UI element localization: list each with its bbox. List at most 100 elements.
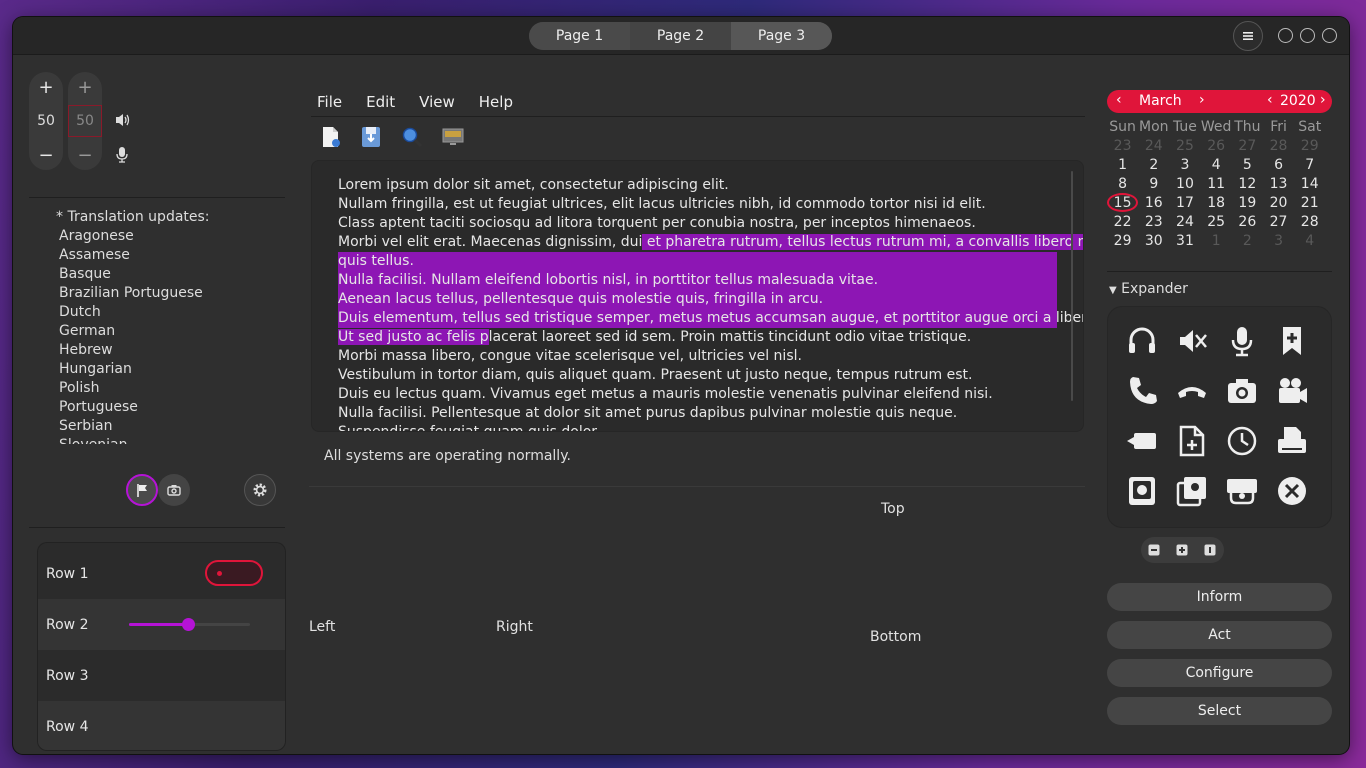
camera-icon[interactable] bbox=[1225, 374, 1259, 408]
search-icon[interactable] bbox=[400, 125, 424, 149]
microphone-icon[interactable] bbox=[1225, 324, 1259, 358]
expander[interactable]: ▼ Expander bbox=[1109, 281, 1188, 297]
calendar-day[interactable]: 28 bbox=[1294, 212, 1325, 231]
calendar-day-other-month[interactable]: 4 bbox=[1294, 231, 1325, 250]
calendar-day-other-month[interactable]: 24 bbox=[1138, 136, 1169, 155]
zoom-in-icon[interactable] bbox=[1176, 544, 1188, 556]
calendar[interactable]: ‹ March › ‹ 2020 › Sun Mon Tue Wed Thu Fri Sat… bbox=[1107, 90, 1332, 250]
calendar-day[interactable]: 1 bbox=[1107, 155, 1138, 174]
prev-month-icon[interactable]: ‹ bbox=[1116, 92, 1122, 108]
tab-page-3[interactable]: Page 3 bbox=[731, 22, 832, 50]
maximize-button[interactable] bbox=[1300, 28, 1315, 43]
menu-file[interactable]: File bbox=[317, 93, 342, 111]
calendar-day[interactable]: 14 bbox=[1294, 174, 1325, 193]
text-content[interactable]: Lorem ipsum dolor sit amet, consectetur … bbox=[338, 176, 1083, 431]
phone-icon[interactable] bbox=[1125, 374, 1159, 408]
calendar-day-today[interactable]: 15 bbox=[1107, 193, 1139, 212]
calendar-day-other-month[interactable]: 2 bbox=[1232, 231, 1263, 250]
video-icon[interactable] bbox=[1125, 424, 1159, 458]
scanner-icon[interactable] bbox=[1225, 474, 1259, 508]
slider[interactable] bbox=[129, 618, 250, 631]
configure-button[interactable]: Configure bbox=[1107, 659, 1332, 687]
list-row-3[interactable]: Row 3 bbox=[38, 650, 285, 701]
calendar-day[interactable]: 4 bbox=[1201, 155, 1232, 174]
scrollbar[interactable] bbox=[1071, 171, 1073, 401]
calendar-day[interactable]: 17 bbox=[1169, 193, 1200, 212]
calendar-day[interactable]: 31 bbox=[1169, 231, 1200, 250]
list-row-4[interactable]: Row 4 bbox=[38, 701, 285, 750]
calendar-day[interactable]: 22 bbox=[1107, 212, 1138, 231]
calendar-day-other-month[interactable]: 28 bbox=[1263, 136, 1294, 155]
minimize-button[interactable] bbox=[1278, 28, 1293, 43]
prev-year-icon[interactable]: ‹ bbox=[1267, 92, 1273, 108]
mic-spinbutton[interactable]: + 50 − bbox=[68, 72, 102, 170]
calendar-day[interactable]: 13 bbox=[1263, 174, 1294, 193]
slider-handle[interactable] bbox=[182, 618, 196, 631]
calendar-day[interactable]: 3 bbox=[1169, 155, 1200, 174]
camera-toggle-button[interactable] bbox=[158, 474, 190, 506]
spin-value[interactable]: 50 bbox=[68, 105, 102, 137]
video-camera-icon[interactable] bbox=[1275, 374, 1309, 408]
next-year-icon[interactable]: › bbox=[1320, 92, 1326, 108]
calendar-day[interactable]: 2 bbox=[1138, 155, 1169, 174]
zoom-original-icon[interactable] bbox=[1204, 544, 1216, 556]
calendar-day[interactable]: 8 bbox=[1107, 174, 1138, 193]
hang-up-icon[interactable] bbox=[1175, 374, 1209, 408]
calendar-day-other-month[interactable]: 26 bbox=[1201, 136, 1232, 155]
next-month-icon[interactable]: › bbox=[1199, 92, 1205, 108]
calendar-day[interactable]: 5 bbox=[1232, 155, 1263, 174]
calendar-day-other-month[interactable]: 27 bbox=[1232, 136, 1263, 155]
printer-icon[interactable] bbox=[1275, 424, 1309, 458]
clock-icon[interactable] bbox=[1225, 424, 1259, 458]
calendar-day[interactable]: 29 bbox=[1107, 231, 1138, 250]
calendar-day[interactable]: 23 bbox=[1138, 212, 1169, 231]
menu-help[interactable]: Help bbox=[479, 93, 513, 111]
calendar-day[interactable]: 10 bbox=[1169, 174, 1200, 193]
calendar-day[interactable]: 21 bbox=[1294, 193, 1325, 212]
calendar-day[interactable]: 7 bbox=[1294, 155, 1325, 174]
new-document-icon[interactable] bbox=[318, 125, 342, 149]
text-view[interactable]: Lorem ipsum dolor sit amet, consectetur … bbox=[311, 160, 1084, 432]
calendar-day[interactable]: 25 bbox=[1201, 212, 1232, 231]
increment-button[interactable]: + bbox=[68, 72, 102, 102]
calendar-day[interactable]: 11 bbox=[1201, 174, 1232, 193]
calendar-day[interactable]: 24 bbox=[1169, 212, 1200, 231]
settings-button[interactable] bbox=[244, 474, 276, 506]
drive-icon[interactable] bbox=[1125, 474, 1159, 508]
calendar-day[interactable]: 20 bbox=[1263, 193, 1294, 212]
act-button[interactable]: Act bbox=[1107, 621, 1332, 649]
volume-spinbutton[interactable]: + 50 − bbox=[29, 72, 63, 170]
menu-button[interactable] bbox=[1233, 21, 1263, 51]
calendar-day[interactable]: 18 bbox=[1201, 193, 1232, 212]
calendar-day[interactable]: 6 bbox=[1263, 155, 1294, 174]
tab-page-1[interactable]: Page 1 bbox=[529, 22, 630, 50]
zoom-out-icon[interactable] bbox=[1148, 544, 1160, 556]
calendar-day[interactable]: 26 bbox=[1232, 212, 1263, 231]
close-button[interactable] bbox=[1322, 28, 1337, 43]
calendar-day[interactable]: 30 bbox=[1138, 231, 1169, 250]
menu-edit[interactable]: Edit bbox=[366, 93, 395, 111]
inform-button[interactable]: Inform bbox=[1107, 583, 1332, 611]
multimedia-player-icon[interactable] bbox=[1175, 474, 1209, 508]
bookmark-add-icon[interactable] bbox=[1275, 324, 1309, 358]
increment-button[interactable]: + bbox=[29, 72, 63, 102]
calendar-day[interactable]: 9 bbox=[1138, 174, 1169, 193]
calendar-day[interactable]: 27 bbox=[1263, 212, 1294, 231]
list-row-1[interactable]: Row 1 bbox=[38, 548, 285, 599]
close-circle-icon[interactable] bbox=[1275, 474, 1309, 508]
toggle-switch[interactable] bbox=[205, 560, 263, 586]
calendar-day[interactable]: 16 bbox=[1138, 193, 1169, 212]
headphones-icon[interactable] bbox=[1125, 324, 1159, 358]
select-button[interactable]: Select bbox=[1107, 697, 1332, 725]
spin-value[interactable]: 50 bbox=[29, 106, 63, 136]
menu-view[interactable]: View bbox=[419, 93, 455, 111]
flag-toggle-button[interactable] bbox=[126, 474, 158, 506]
display-icon[interactable] bbox=[441, 125, 465, 149]
tab-page-2[interactable]: Page 2 bbox=[630, 22, 731, 50]
save-icon[interactable] bbox=[359, 125, 383, 149]
calendar-day-other-month[interactable]: 25 bbox=[1169, 136, 1200, 155]
calendar-day-other-month[interactable]: 29 bbox=[1294, 136, 1325, 155]
new-file-icon[interactable] bbox=[1175, 424, 1209, 458]
decrement-button[interactable]: − bbox=[29, 140, 63, 170]
list-row-2[interactable]: Row 2 bbox=[38, 599, 285, 650]
